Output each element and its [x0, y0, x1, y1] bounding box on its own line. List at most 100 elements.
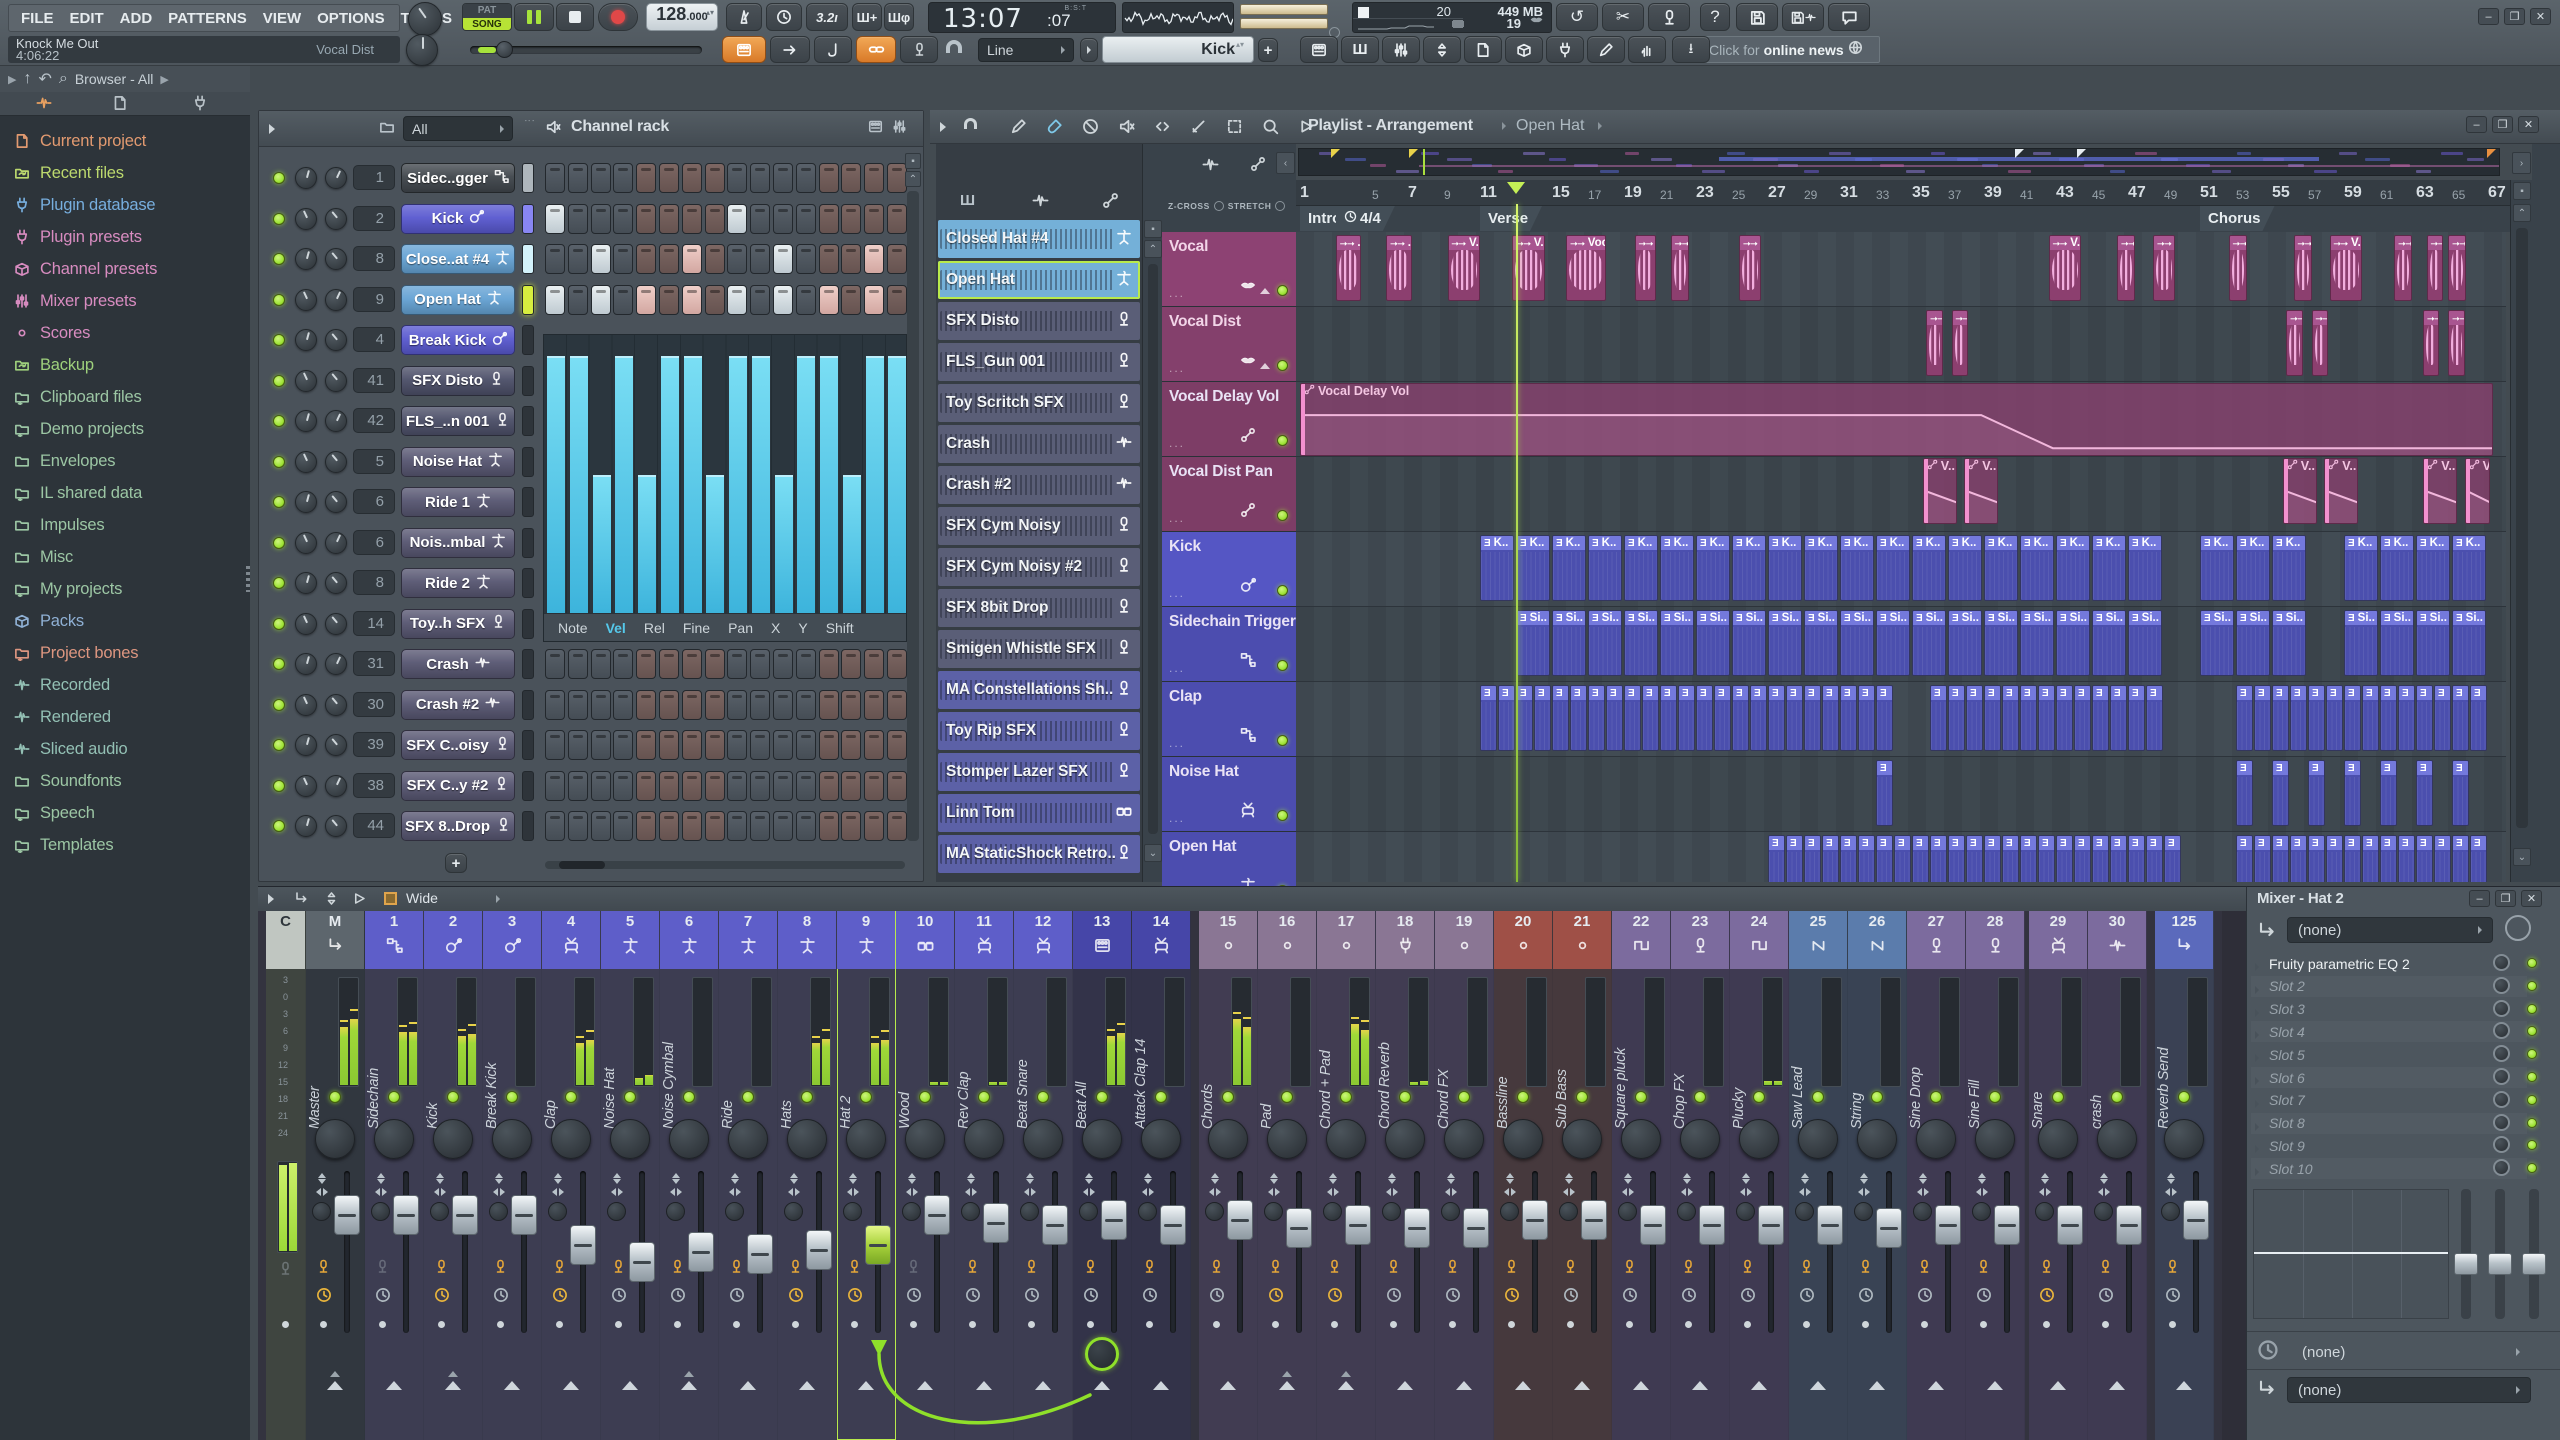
pattern-clip[interactable]: Ǝ	[1588, 685, 1605, 751]
step-cell[interactable]	[704, 689, 725, 720]
fx-lamp-icon[interactable]	[906, 1259, 921, 1279]
pattern-clip[interactable]: Ǝ K..	[2056, 535, 2091, 601]
mixer-fader[interactable]	[570, 1171, 596, 1333]
audio-clip[interactable]: ⭢⭢	[2448, 310, 2465, 376]
route-arrows[interactable]	[601, 1381, 659, 1390]
mixer-track-header[interactable]: 6	[660, 911, 718, 969]
pattern-clip[interactable]: Ǝ	[2272, 685, 2289, 751]
track-options-dots[interactable]: ...	[1169, 661, 1185, 675]
channel-selector[interactable]	[522, 487, 534, 517]
mixer-fader-handle[interactable]	[1227, 1200, 1253, 1240]
browser-item-clipboard-files[interactable]: Clipboard files	[14, 382, 246, 412]
route-arrows[interactable]	[306, 1371, 364, 1390]
pattern-clip[interactable]: Ǝ	[2236, 835, 2253, 882]
automation-clip[interactable]: V..	[2423, 458, 2458, 524]
song-mode-label[interactable]: SONG	[463, 18, 511, 30]
pattern-clip[interactable]: Ǝ	[1534, 685, 1551, 751]
mixer-small-knob[interactable]	[902, 1202, 921, 1221]
browser-item-backup[interactable]: Backup	[14, 350, 246, 380]
mixer-track-header[interactable]: 1	[365, 911, 423, 969]
step-cell[interactable]	[795, 730, 816, 760]
step-cell[interactable]	[613, 163, 634, 193]
browser-item-rendered[interactable]: Rendered	[14, 702, 246, 732]
step-cell[interactable]	[590, 649, 611, 679]
mixer-small-knob[interactable]	[784, 1202, 803, 1221]
pattern-clip[interactable]: Ǝ	[2038, 685, 2055, 751]
mixer-track-chords[interactable]: 15 Chords	[1199, 911, 1258, 1440]
fx-slot-5[interactable]: Slot 5	[2251, 1044, 2527, 1065]
clock-icon[interactable]	[1740, 1287, 1756, 1308]
pan-arrows[interactable]	[1798, 1188, 1811, 1196]
step-cell[interactable]	[750, 689, 771, 720]
stereo-sep-arrows[interactable]	[317, 1173, 326, 1184]
headcol-tab-audio[interactable]	[1202, 156, 1219, 178]
audio-clip[interactable]: ⭢⭢V..al	[2048, 235, 2082, 301]
route-arrows[interactable]	[1907, 1381, 1965, 1390]
step-cell[interactable]	[659, 284, 679, 315]
step-cell[interactable]	[659, 730, 679, 760]
fx-lamp-icon[interactable]	[670, 1259, 685, 1279]
pattern-clip[interactable]: Ǝ	[1660, 685, 1677, 751]
fx-lamp-icon[interactable]	[1142, 1259, 1157, 1279]
channel-mute-led[interactable]	[273, 374, 285, 387]
mixer-pan-knob[interactable]	[1562, 1119, 1602, 1159]
channel-volume-knob[interactable]	[325, 774, 347, 797]
mixer-small-knob[interactable]	[1205, 1202, 1224, 1221]
step-cell[interactable]	[681, 730, 702, 760]
step-cell[interactable]	[750, 730, 771, 760]
browser-item-current-project[interactable]: Current project	[14, 126, 246, 156]
channel-target-number[interactable]: 30	[353, 691, 395, 717]
pan-arrows[interactable]	[374, 1188, 387, 1196]
step-cell[interactable]	[659, 649, 679, 679]
step-cell[interactable]	[795, 244, 816, 274]
pattern-selector[interactable]: Kick	[1102, 36, 1254, 63]
pattern-clip[interactable]: Ǝ K..	[2020, 535, 2055, 601]
mixer-mute-led[interactable]	[329, 1091, 341, 1103]
channel-mute-led[interactable]	[273, 253, 285, 265]
fx-slot-knob[interactable]	[2493, 999, 2510, 1017]
pattern-clip[interactable]: Ǝ Si..	[2416, 610, 2451, 676]
step-cell[interactable]	[841, 811, 862, 841]
step-cell[interactable]	[887, 770, 907, 801]
mixer-mute-led[interactable]	[860, 1091, 872, 1103]
pan-arrows[interactable]	[1267, 1188, 1280, 1196]
cut-button[interactable]: ✂	[1602, 3, 1644, 31]
stereo-sep-arrows[interactable]	[1387, 1173, 1396, 1184]
pan-arrows[interactable]	[1326, 1188, 1339, 1196]
mixer-fader-handle[interactable]	[1160, 1205, 1186, 1245]
pattern-clip[interactable]: Ǝ	[2002, 835, 2019, 882]
step-cell[interactable]	[704, 730, 725, 760]
pan-arrows[interactable]	[2038, 1188, 2051, 1196]
mixer-fader[interactable]	[1817, 1171, 1843, 1333]
mixer-mute-led[interactable]	[1812, 1091, 1824, 1103]
channel-target-number[interactable]: 2	[353, 205, 395, 231]
mixer-mute-led[interactable]	[624, 1091, 636, 1103]
pattern-clip[interactable]: Ǝ	[1930, 835, 1947, 882]
channel-button[interactable]: SFX 8..Drop	[401, 811, 515, 841]
step-cell[interactable]	[773, 730, 793, 760]
fx-lamp-icon[interactable]	[1858, 1259, 1873, 1279]
pan-arrows[interactable]	[1680, 1188, 1693, 1196]
velocity-bar[interactable]	[615, 356, 634, 613]
step-cell[interactable]	[864, 811, 885, 841]
channel-mute-led[interactable]	[273, 212, 285, 225]
automation-clip[interactable]: V..	[2464, 458, 2490, 524]
channel-button[interactable]: Kick	[401, 203, 515, 234]
playhead-marker[interactable]	[1507, 182, 1525, 203]
mixer-small-knob[interactable]	[1264, 1202, 1283, 1221]
step-cell[interactable]	[818, 811, 839, 841]
mixer-track-attack-clap-14[interactable]: 14 Attack Clap 14	[1132, 911, 1191, 1440]
step-cell[interactable]	[567, 649, 588, 679]
step-cell[interactable]	[545, 811, 565, 841]
route-arrows[interactable]	[1553, 1381, 1611, 1390]
mixer-fader-handle[interactable]	[511, 1195, 537, 1235]
step-cell[interactable]	[750, 163, 771, 193]
fx-lamp-icon[interactable]	[1740, 1259, 1755, 1279]
mixer-mute-led[interactable]	[2111, 1091, 2123, 1103]
output-selector[interactable]: (none)	[2287, 1377, 2531, 1403]
pattern-clip[interactable]: Ǝ Si..	[1876, 610, 1911, 676]
mixer-small-knob[interactable]	[1913, 1202, 1932, 1221]
mixer-fader-handle[interactable]	[1463, 1208, 1489, 1248]
step-cell[interactable]	[727, 811, 748, 841]
step-cell[interactable]	[727, 284, 748, 315]
